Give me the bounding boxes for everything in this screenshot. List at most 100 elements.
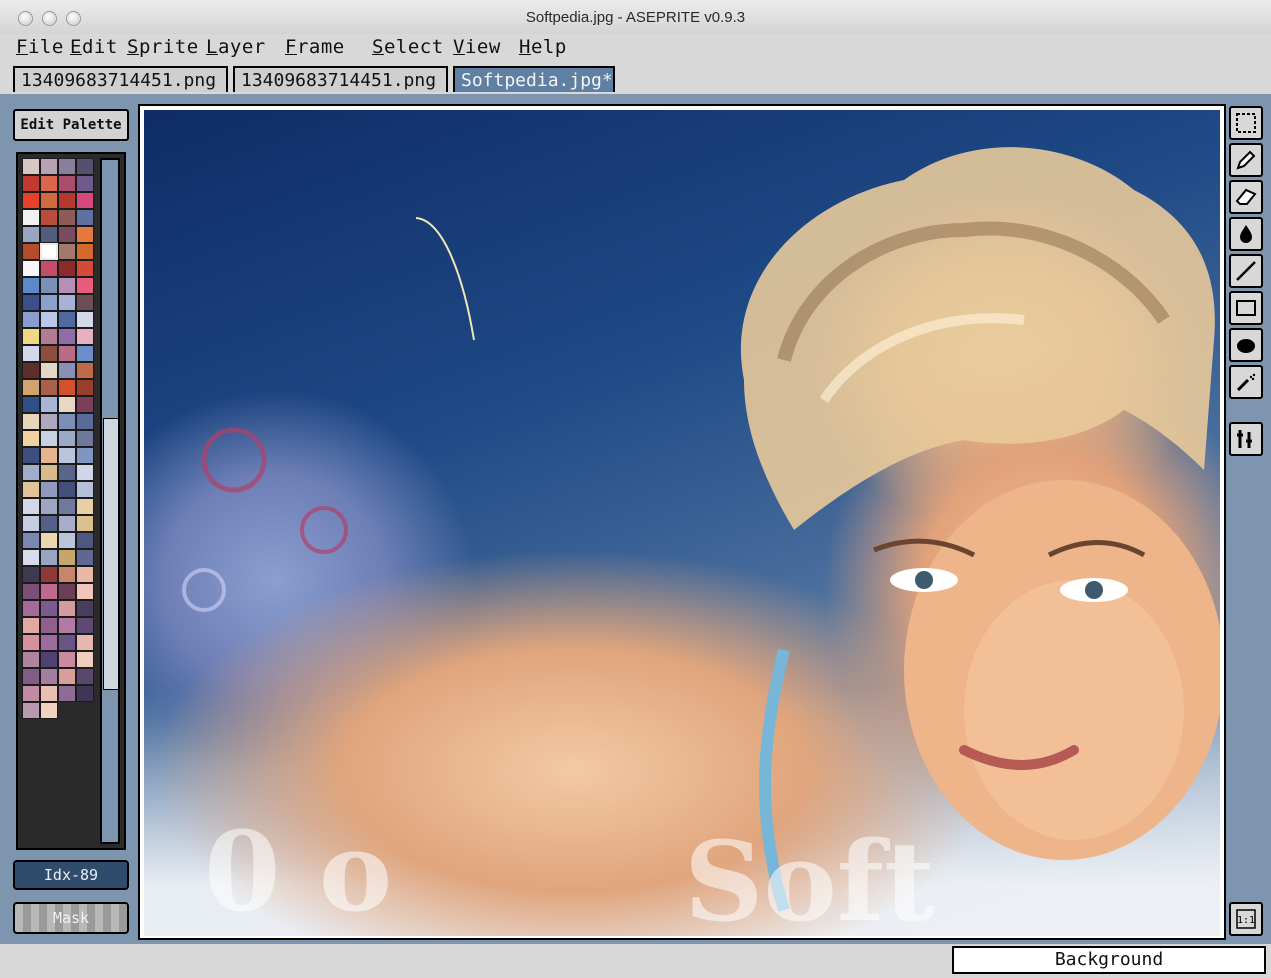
palette-swatch[interactable] bbox=[76, 566, 94, 583]
palette-swatch[interactable] bbox=[76, 481, 94, 498]
menu-select[interactable]: Select bbox=[372, 36, 444, 58]
menu-layer[interactable]: Layer bbox=[206, 36, 266, 58]
palette-swatch[interactable] bbox=[76, 209, 94, 226]
line-tool[interactable] bbox=[1229, 254, 1263, 288]
palette-swatch[interactable] bbox=[22, 277, 40, 294]
palette-swatch[interactable] bbox=[40, 651, 58, 668]
palette-swatch[interactable] bbox=[58, 498, 76, 515]
palette-swatch[interactable] bbox=[76, 532, 94, 549]
palette-swatch[interactable] bbox=[40, 583, 58, 600]
palette-swatch[interactable] bbox=[76, 192, 94, 209]
palette-swatch[interactable] bbox=[58, 243, 76, 260]
palette-swatch[interactable] bbox=[22, 209, 40, 226]
palette-swatch[interactable] bbox=[40, 685, 58, 702]
menu-help[interactable]: Help bbox=[519, 36, 567, 58]
palette-swatch[interactable] bbox=[58, 192, 76, 209]
palette-swatch[interactable] bbox=[76, 515, 94, 532]
palette-swatch[interactable] bbox=[40, 549, 58, 566]
spray-tool[interactable] bbox=[1229, 365, 1263, 399]
palette-swatch[interactable] bbox=[40, 277, 58, 294]
palette-swatch[interactable] bbox=[58, 481, 76, 498]
palette-swatch[interactable] bbox=[58, 260, 76, 277]
palette-scroll-thumb[interactable] bbox=[103, 418, 119, 690]
palette-swatch[interactable] bbox=[40, 379, 58, 396]
palette-swatch[interactable] bbox=[40, 362, 58, 379]
palette-swatch[interactable] bbox=[76, 345, 94, 362]
palette-swatch[interactable] bbox=[76, 158, 94, 175]
palette-swatch[interactable] bbox=[22, 192, 40, 209]
layer-name-field[interactable]: Background bbox=[952, 946, 1266, 974]
palette-swatch[interactable] bbox=[58, 447, 76, 464]
palette-swatch[interactable] bbox=[58, 328, 76, 345]
palette-swatch[interactable] bbox=[58, 396, 76, 413]
palette-swatch[interactable] bbox=[22, 175, 40, 192]
palette-swatch[interactable] bbox=[76, 396, 94, 413]
palette-swatch[interactable] bbox=[76, 226, 94, 243]
palette-swatch[interactable] bbox=[22, 515, 40, 532]
palette-swatch[interactable] bbox=[76, 328, 94, 345]
palette-swatch[interactable] bbox=[40, 566, 58, 583]
palette-swatch[interactable] bbox=[76, 464, 94, 481]
palette-swatch[interactable] bbox=[40, 158, 58, 175]
mask-button[interactable]: Mask bbox=[13, 902, 129, 934]
palette-swatch[interactable] bbox=[58, 634, 76, 651]
edit-palette-button[interactable]: Edit Palette bbox=[13, 109, 129, 141]
palette-swatch[interactable] bbox=[40, 413, 58, 430]
palette-swatch[interactable] bbox=[76, 600, 94, 617]
palette-swatch[interactable] bbox=[58, 566, 76, 583]
palette-swatch[interactable] bbox=[76, 243, 94, 260]
palette-swatch[interactable] bbox=[22, 566, 40, 583]
palette-swatch[interactable] bbox=[22, 413, 40, 430]
palette-swatch[interactable] bbox=[22, 634, 40, 651]
palette-swatch[interactable] bbox=[40, 515, 58, 532]
palette-swatch[interactable] bbox=[58, 651, 76, 668]
palette-swatch[interactable] bbox=[58, 209, 76, 226]
palette-swatch[interactable] bbox=[76, 447, 94, 464]
palette-swatch[interactable] bbox=[40, 430, 58, 447]
palette-swatch[interactable] bbox=[76, 668, 94, 685]
palette-swatch[interactable] bbox=[22, 498, 40, 515]
palette-swatch[interactable] bbox=[22, 447, 40, 464]
palette-swatch[interactable] bbox=[22, 600, 40, 617]
palette-swatch[interactable] bbox=[22, 549, 40, 566]
bucket-fill-tool[interactable] bbox=[1229, 217, 1263, 251]
ellipse-tool[interactable] bbox=[1229, 328, 1263, 362]
palette-swatch[interactable] bbox=[22, 668, 40, 685]
palette-swatch[interactable] bbox=[76, 277, 94, 294]
palette-swatch[interactable] bbox=[22, 532, 40, 549]
palette-swatch[interactable] bbox=[58, 668, 76, 685]
palette-swatch[interactable] bbox=[40, 311, 58, 328]
palette-swatch[interactable] bbox=[76, 583, 94, 600]
palette-swatch[interactable] bbox=[22, 328, 40, 345]
rectangle-tool[interactable] bbox=[1229, 291, 1263, 325]
palette-swatch[interactable] bbox=[58, 294, 76, 311]
palette-swatch[interactable] bbox=[58, 515, 76, 532]
palette-swatch[interactable] bbox=[40, 532, 58, 549]
palette-swatch[interactable] bbox=[22, 243, 40, 260]
palette-swatch[interactable] bbox=[58, 685, 76, 702]
palette-swatch[interactable] bbox=[22, 345, 40, 362]
palette-swatch[interactable] bbox=[40, 175, 58, 192]
palette-swatch[interactable] bbox=[40, 634, 58, 651]
palette-swatch[interactable] bbox=[76, 260, 94, 277]
palette-swatch[interactable] bbox=[40, 498, 58, 515]
tab-softpedia[interactable]: Softpedia.jpg* bbox=[453, 66, 615, 92]
palette-swatch[interactable] bbox=[58, 600, 76, 617]
palette-swatch[interactable] bbox=[22, 430, 40, 447]
pencil-tool[interactable] bbox=[1229, 143, 1263, 177]
palette-swatch[interactable] bbox=[40, 209, 58, 226]
palette-swatch[interactable] bbox=[76, 379, 94, 396]
menu-edit[interactable]: Edit bbox=[70, 36, 118, 58]
eraser-tool[interactable] bbox=[1229, 180, 1263, 214]
marquee-tool[interactable] bbox=[1229, 106, 1263, 140]
palette-swatch[interactable] bbox=[58, 158, 76, 175]
menu-sprite[interactable]: Sprite bbox=[127, 36, 199, 58]
palette-swatch[interactable] bbox=[76, 294, 94, 311]
palette-swatch[interactable] bbox=[76, 311, 94, 328]
palette-swatch[interactable] bbox=[76, 685, 94, 702]
palette-swatch[interactable] bbox=[40, 226, 58, 243]
tab-document-1[interactable]: 13409683714451.png bbox=[13, 66, 228, 92]
palette-swatch[interactable] bbox=[22, 583, 40, 600]
palette-swatch[interactable] bbox=[58, 464, 76, 481]
palette-swatch[interactable] bbox=[22, 464, 40, 481]
